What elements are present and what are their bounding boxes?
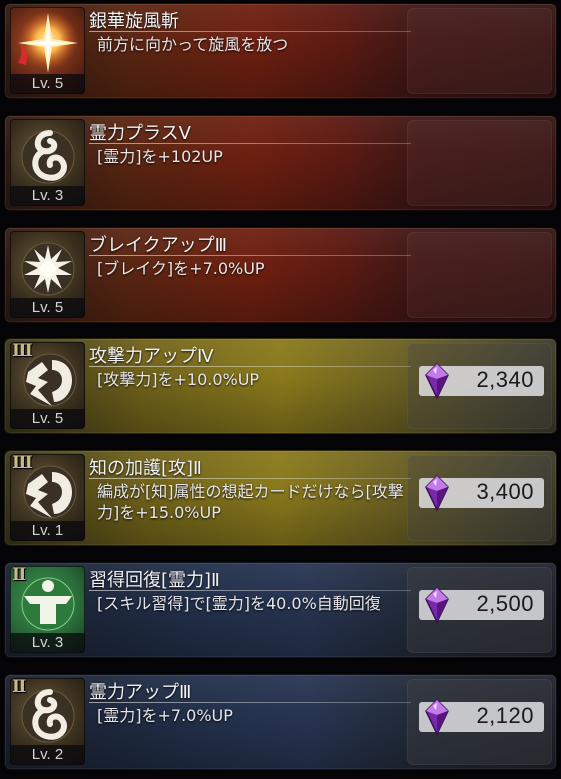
rank-badge: Ⅲ — [12, 342, 33, 361]
level-label: Lv. 5 — [10, 409, 85, 429]
skill-card[interactable]: Ⅲ Lv. 5 攻撃力アップⅣ [攻撃力]を+10.0%UP 2,340 — [4, 338, 557, 434]
skill-description: [霊力]を+7.0%UP — [97, 706, 233, 725]
skill-card[interactable]: Lv. 5 銀華旋風斬 前方に向かって旋風を放つ — [4, 3, 557, 99]
level-label: Lv. 1 — [10, 521, 85, 541]
skill-description: 編成が[知]属性の想起カードだけなら[攻撃力]を+15.0%UP — [97, 482, 404, 522]
rank-badge: Ⅱ — [12, 678, 26, 697]
skill-icon-frame: Ⅱ Lv. 2 — [10, 678, 85, 765]
skill-icon-frame: Lv. 5 — [10, 231, 85, 318]
skill-title: 霊力アップⅢ — [89, 682, 192, 703]
skill-card[interactable]: Ⅱ Lv. 3 習得回復[霊力]Ⅱ [スキル習得]で[霊力]を40.0%自動回復… — [4, 562, 557, 658]
skill-icon-frame: Ⅲ Lv. 1 — [10, 454, 85, 541]
price-value: 3,400 — [476, 479, 534, 504]
skill-description: 前方に向かって旋風を放つ — [97, 35, 289, 54]
purchase-price-button[interactable]: 2,500 — [419, 586, 544, 624]
skill-title: 攻撃力アップⅣ — [89, 346, 214, 367]
level-label: Lv. 3 — [10, 633, 85, 653]
level-label: Lv. 5 — [10, 298, 85, 318]
gem-icon — [424, 474, 450, 512]
skill-title: 銀華旋風斬 — [89, 11, 179, 32]
price-panel — [407, 8, 552, 94]
skill-description: [攻撃力]を+10.0%UP — [97, 370, 260, 389]
gem-icon — [424, 586, 450, 624]
skill-icon-frame: Lv. 3 — [10, 119, 85, 206]
price-value: 2,120 — [476, 703, 534, 728]
price-value: 2,500 — [476, 591, 534, 616]
skill-icon-frame: Ⅲ Lv. 5 — [10, 342, 85, 429]
rank-badge: Ⅱ — [12, 566, 26, 585]
skill-description: [霊力]を+102UP — [97, 147, 223, 166]
skill-description: [ブレイク]を+7.0%UP — [97, 259, 265, 278]
level-label: Lv. 2 — [10, 745, 85, 765]
skill-title: ブレイクアップⅢ — [89, 235, 228, 256]
skill-icon-frame: Lv. 5 — [10, 7, 85, 94]
skill-card[interactable]: Lv. 5 ブレイクアップⅢ [ブレイク]を+7.0%UP — [4, 227, 557, 323]
skill-title: 霊力プラスⅤ — [89, 123, 191, 144]
level-label: Lv. 5 — [10, 74, 85, 94]
price-panel — [407, 232, 552, 318]
price-value: 2,340 — [476, 367, 534, 392]
skill-list: Lv. 5 銀華旋風斬 前方に向かって旋風を放つ Lv. 3 霊力プラスⅤ [霊… — [0, 0, 561, 779]
skill-card[interactable]: Lv. 3 霊力プラスⅤ [霊力]を+102UP — [4, 115, 557, 211]
gem-icon — [424, 698, 450, 736]
purchase-price-button[interactable]: 3,400 — [419, 474, 544, 512]
gem-icon — [424, 362, 450, 400]
price-panel — [407, 120, 552, 206]
level-label: Lv. 3 — [10, 186, 85, 206]
rank-badge: Ⅲ — [12, 454, 33, 473]
skill-title: 知の加護[攻]Ⅱ — [89, 458, 202, 479]
skill-description: [スキル習得]で[霊力]を40.0%自動回復 — [97, 594, 381, 613]
skill-card[interactable]: Ⅲ Lv. 1 知の加護[攻]Ⅱ 編成が[知]属性の想起カードだけなら[攻撃力]… — [4, 450, 557, 546]
purchase-price-button[interactable]: 2,120 — [419, 698, 544, 736]
purchase-price-button[interactable]: 2,340 — [419, 362, 544, 400]
skill-title: 習得回復[霊力]Ⅱ — [89, 570, 220, 591]
skill-card[interactable]: Ⅱ Lv. 2 霊力アップⅢ [霊力]を+7.0%UP 2,120 — [4, 674, 557, 770]
skill-icon-frame: Ⅱ Lv. 3 — [10, 566, 85, 653]
